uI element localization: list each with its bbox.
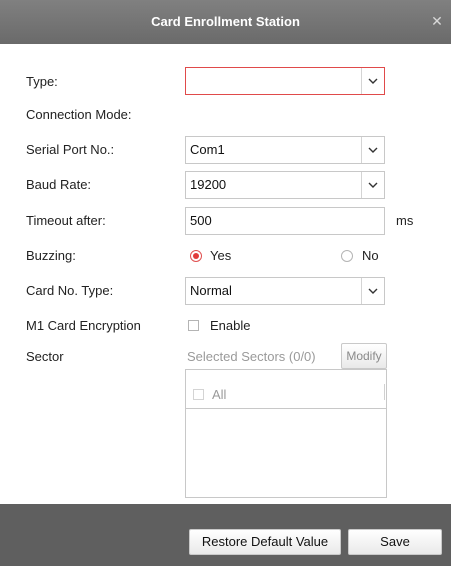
chevron-down-icon[interactable] xyxy=(361,137,384,163)
type-label: Type: xyxy=(26,74,58,89)
all-checkbox[interactable] xyxy=(193,389,204,400)
baud-rate-value: 19200 xyxy=(190,177,227,192)
save-button[interactable]: Save xyxy=(348,529,442,555)
card-no-type-label: Card No. Type: xyxy=(26,283,114,298)
m1-card-encryption-label: M1 Card Encryption xyxy=(26,318,141,333)
enable-checkbox[interactable] xyxy=(188,320,199,331)
card-enrollment-dialog: Card Enrollment Station ✕ Type: Connecti… xyxy=(0,0,451,566)
serial-port-label: Serial Port No.: xyxy=(26,142,115,157)
serial-port-select[interactable]: Com1 xyxy=(185,136,385,164)
divider xyxy=(186,408,386,409)
sector-label: Sector xyxy=(26,349,64,364)
enable-label[interactable]: Enable xyxy=(210,318,250,333)
chevron-down-icon[interactable] xyxy=(361,172,384,198)
buzzing-no-radio[interactable] xyxy=(341,250,353,262)
dialog-footer: Restore Default Value Save xyxy=(0,504,451,566)
timeout-label: Timeout after: xyxy=(26,213,106,228)
buzzing-yes-radio[interactable] xyxy=(190,250,202,262)
buzzing-no-label[interactable]: No xyxy=(362,248,379,263)
divider xyxy=(384,384,385,400)
timeout-unit: ms xyxy=(396,213,414,228)
all-label[interactable]: All xyxy=(212,387,226,402)
type-select[interactable] xyxy=(185,67,385,95)
card-no-type-select[interactable]: Normal xyxy=(185,277,385,305)
chevron-down-icon[interactable] xyxy=(361,278,384,304)
restore-default-button[interactable]: Restore Default Value xyxy=(189,529,341,555)
baud-rate-label: Baud Rate: xyxy=(26,177,92,192)
dialog-title: Card Enrollment Station xyxy=(151,14,300,29)
modify-button[interactable]: Modify xyxy=(341,343,387,369)
serial-port-value: Com1 xyxy=(190,142,225,157)
baud-rate-select[interactable]: 19200 xyxy=(185,171,385,199)
connection-mode-label: Connection Mode: xyxy=(26,107,132,122)
buzzing-yes-label[interactable]: Yes xyxy=(210,248,231,263)
chevron-down-icon[interactable] xyxy=(361,68,384,94)
selected-sectors-text: Selected Sectors (0/0) xyxy=(187,349,316,364)
title-bar[interactable]: Card Enrollment Station ✕ xyxy=(0,0,451,44)
card-no-type-value: Normal xyxy=(190,283,232,298)
timeout-value: 500 xyxy=(190,213,212,228)
sectors-list[interactable]: All xyxy=(185,369,387,498)
buzzing-label: Buzzing: xyxy=(26,248,76,263)
close-icon[interactable]: ✕ xyxy=(431,14,443,28)
timeout-input[interactable]: 500 xyxy=(185,207,385,235)
